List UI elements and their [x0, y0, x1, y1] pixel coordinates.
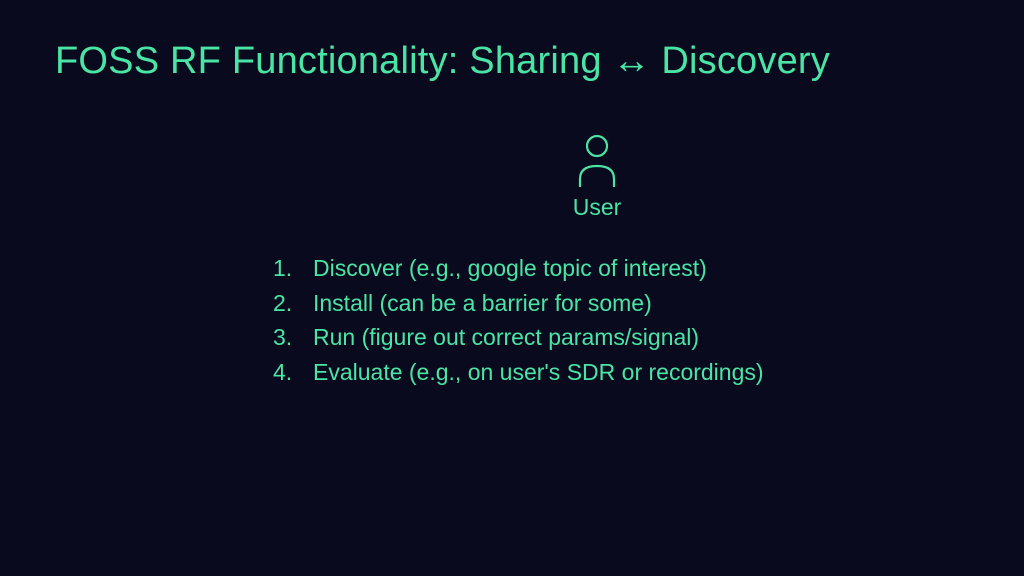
user-label: User	[573, 194, 622, 221]
step-item: Install (can be a barrier for some)	[273, 286, 764, 321]
slide-title: FOSS RF Functionality: Sharing ↔ Discove…	[55, 40, 969, 83]
user-icon	[572, 133, 622, 188]
content-area: User Discover (e.g., google topic of int…	[55, 133, 969, 389]
step-item: Evaluate (e.g., on user's SDR or recordi…	[273, 355, 764, 390]
user-block: User	[572, 133, 622, 221]
steps-list: Discover (e.g., google topic of interest…	[273, 251, 764, 389]
step-item: Run (figure out correct params/signal)	[273, 320, 764, 355]
slide-container: FOSS RF Functionality: Sharing ↔ Discove…	[0, 0, 1024, 576]
step-item: Discover (e.g., google topic of interest…	[273, 251, 764, 286]
